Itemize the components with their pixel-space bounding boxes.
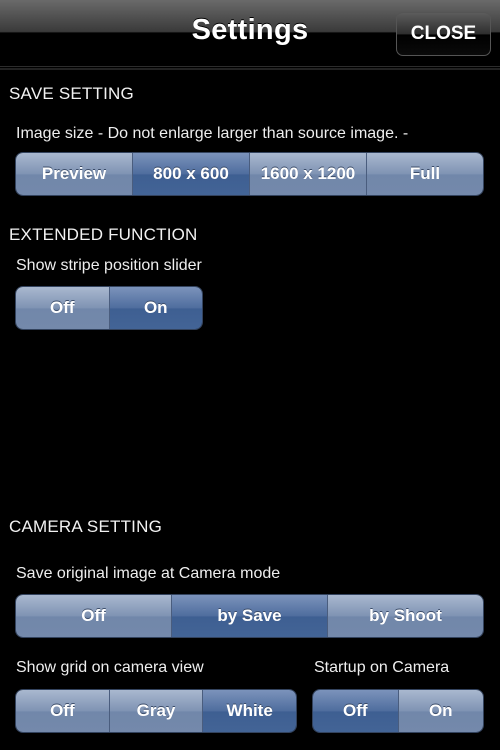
section-header-save-setting: SAVE SETTING [9, 84, 134, 103]
segment-option-off[interactable]: Off [16, 690, 110, 732]
segment-option-white[interactable]: White [203, 690, 296, 732]
section-header-extended-function: EXTENDED FUNCTION [9, 225, 198, 244]
segment-option-by-shoot[interactable]: by Shoot [328, 595, 483, 637]
image-size-segmented-control: Preview 800 x 600 1600 x 1200 Full [16, 153, 483, 195]
grid-label: Show grid on camera view [16, 659, 204, 676]
startup-segmented-control: Off On [313, 690, 483, 732]
segment-option-by-save[interactable]: by Save [172, 595, 328, 637]
segment-option-off[interactable]: Off [16, 595, 172, 637]
segment-option-full[interactable]: Full [367, 153, 483, 195]
segment-option-preview[interactable]: Preview [16, 153, 133, 195]
segment-option-1600-x-1200[interactable]: 1600 x 1200 [250, 153, 367, 195]
segment-option-on[interactable]: On [109, 287, 202, 329]
stripe-slider-segmented-control: Off On [16, 287, 202, 329]
segment-option-on[interactable]: On [398, 690, 483, 732]
segment-option-gray[interactable]: Gray [109, 690, 204, 732]
grid-segmented-control: Off Gray White [16, 690, 296, 732]
stripe-slider-label: Show stripe position slider [16, 257, 202, 274]
navigation-bar: Settings CLOSE [0, 0, 500, 70]
segment-option-off[interactable]: Off [313, 690, 399, 732]
save-original-segmented-control: Off by Save by Shoot [16, 595, 483, 637]
segment-option-off[interactable]: Off [16, 287, 110, 329]
section-header-camera-setting: CAMERA SETTING [9, 517, 162, 536]
save-original-label: Save original image at Camera mode [16, 565, 281, 582]
startup-label: Startup on Camera [314, 659, 450, 676]
close-button[interactable]: CLOSE [396, 12, 491, 56]
image-size-label: Image size - Do not enlarge larger than … [16, 125, 409, 142]
segment-option-800-x-600[interactable]: 800 x 600 [133, 153, 250, 195]
